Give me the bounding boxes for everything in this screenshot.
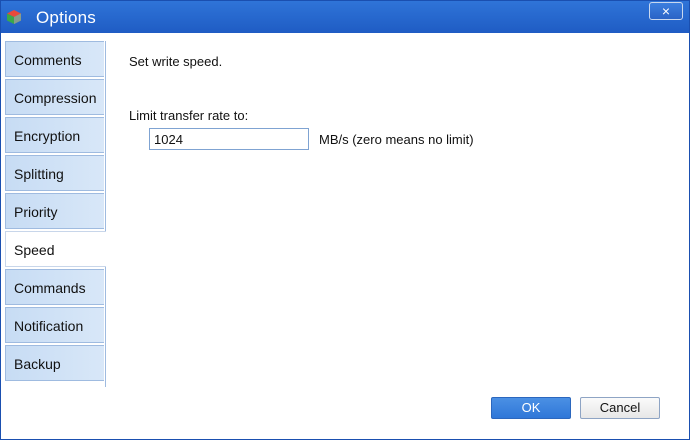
options-sidebar: Comments Compression Encryption Splittin…	[5, 41, 106, 387]
tab-notification[interactable]: Notification	[5, 307, 104, 343]
window-title: Options	[36, 8, 96, 27]
tab-label: Compression	[14, 90, 97, 106]
tab-backup[interactable]: Backup	[5, 345, 104, 381]
options-window: Options × Comments Compression Encryptio…	[0, 0, 690, 440]
tab-label: Priority	[14, 204, 58, 220]
tab-label: Splitting	[14, 166, 64, 182]
tab-comments[interactable]: Comments	[5, 41, 104, 77]
dialog-body: Comments Compression Encryption Splittin…	[5, 35, 685, 435]
speed-heading: Set write speed.	[129, 54, 223, 69]
tab-speed[interactable]: Speed	[5, 231, 106, 267]
cancel-button[interactable]: Cancel	[580, 397, 660, 419]
app-cube-icon	[7, 10, 21, 24]
ok-button[interactable]: OK	[491, 397, 571, 419]
transfer-rate-input[interactable]	[149, 128, 309, 150]
tab-label: Commands	[14, 280, 86, 296]
tab-splitting[interactable]: Splitting	[5, 155, 104, 191]
tab-commands[interactable]: Commands	[5, 269, 104, 305]
close-icon: ×	[661, 3, 671, 19]
tab-label: Notification	[14, 318, 84, 334]
close-button[interactable]: ×	[649, 2, 683, 20]
tab-encryption[interactable]: Encryption	[5, 117, 104, 153]
rate-unit-label: MB/s (zero means no limit)	[319, 132, 474, 147]
tab-priority[interactable]: Priority	[5, 193, 104, 229]
title-bar[interactable]: Options ×	[1, 1, 689, 33]
tab-label: Speed	[14, 242, 55, 258]
tab-label: Encryption	[14, 128, 81, 144]
tab-compression[interactable]: Compression	[5, 79, 104, 115]
tab-label: Comments	[14, 52, 82, 68]
limit-rate-label: Limit transfer rate to:	[129, 108, 249, 123]
tab-label: Backup	[14, 356, 61, 372]
